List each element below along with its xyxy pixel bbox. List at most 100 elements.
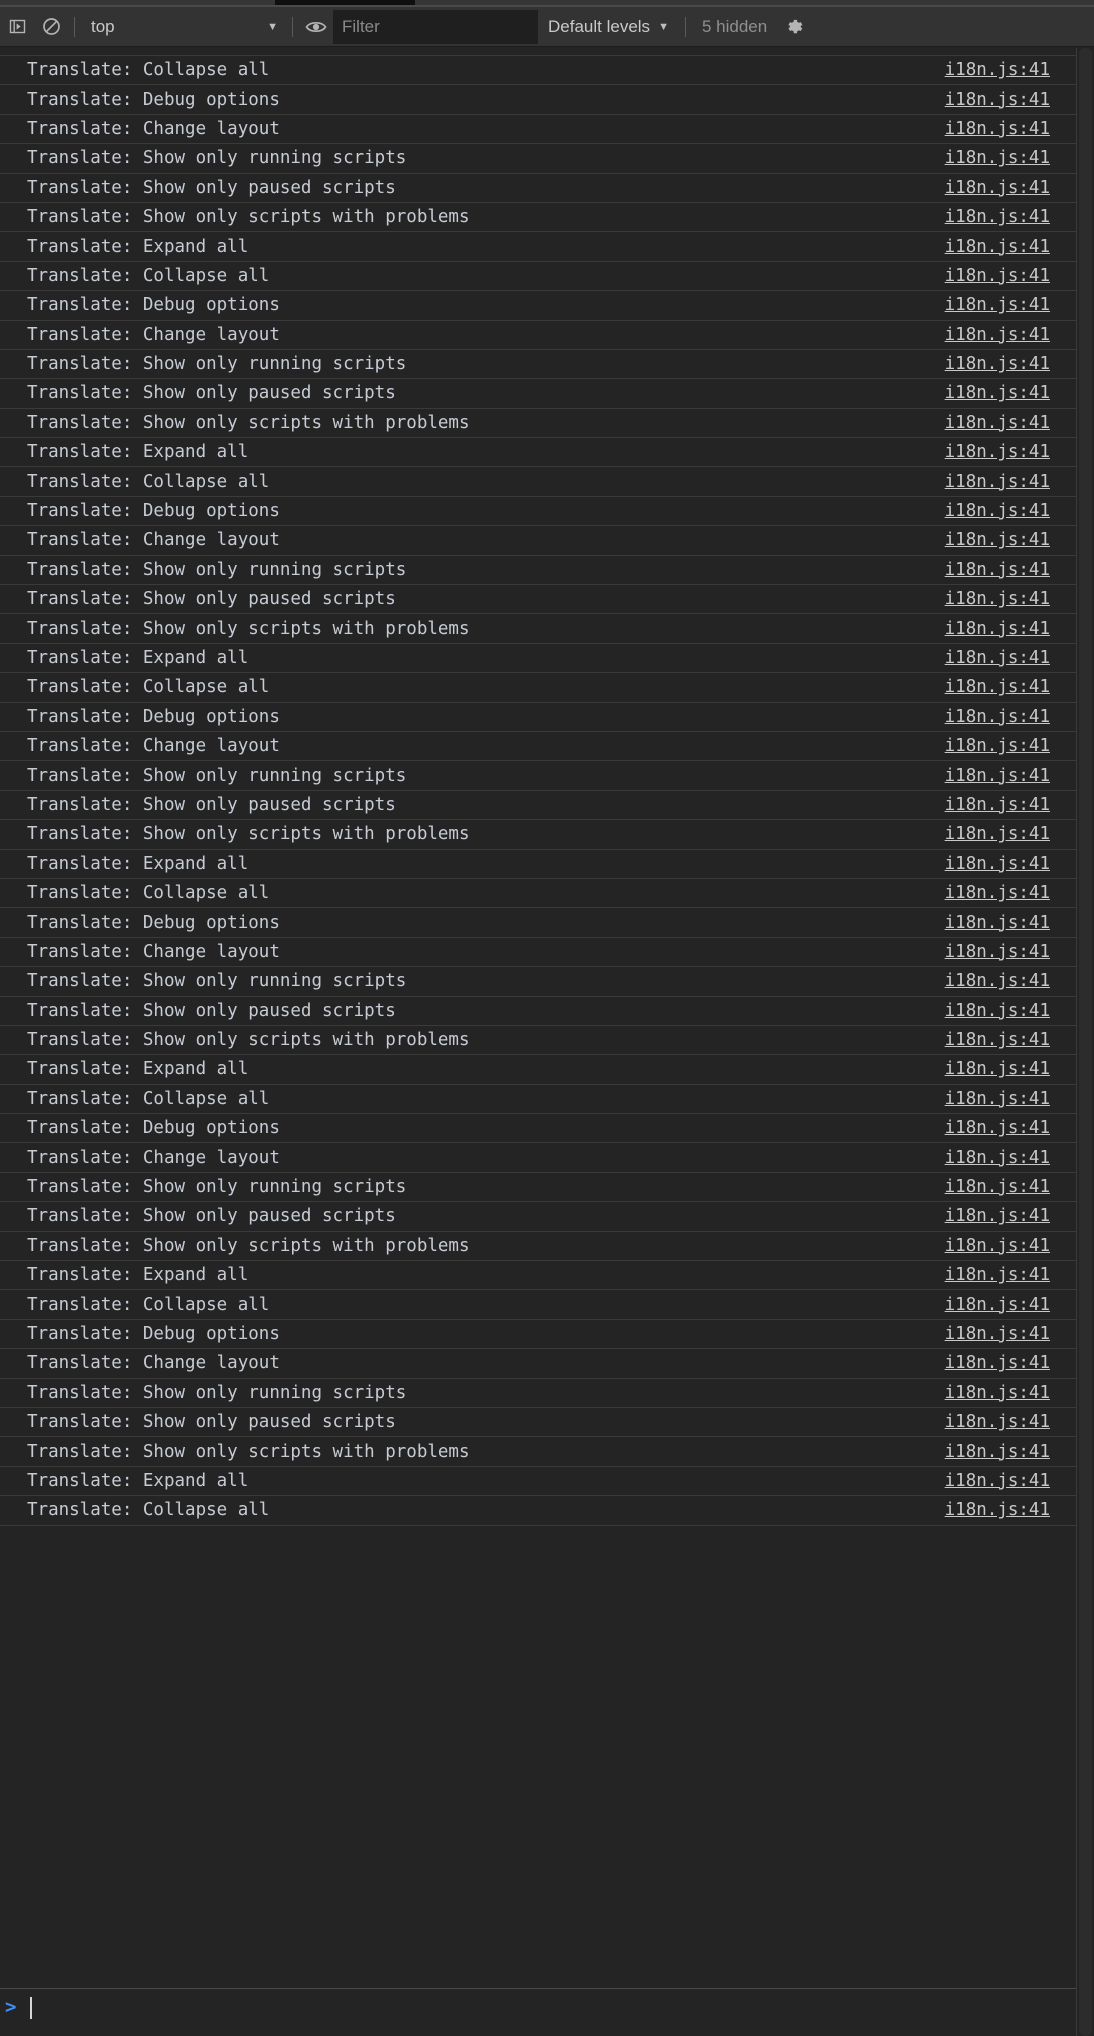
console-message-row[interactable]: Translate: Expand all i18n.js:41 (0, 643, 1076, 674)
console-source-link[interactable]: i18n.js:41 (945, 1148, 1050, 1168)
scrollbar-thumb[interactable] (1079, 48, 1092, 2036)
console-settings-button[interactable] (777, 10, 811, 44)
console-source-link[interactable]: i18n.js:41 (945, 1295, 1050, 1315)
console-source-link[interactable]: i18n.js:41 (945, 795, 1050, 815)
console-source-link[interactable]: i18n.js:41 (945, 413, 1050, 433)
console-message-row[interactable]: Translate: Show only paused scripts i18n.… (0, 996, 1076, 1026)
console-message-row[interactable]: Translate: Collapse all i18n.js:41 (0, 1496, 1076, 1526)
console-message-row[interactable]: Translate: Expand all i18n.js:41 (0, 1466, 1076, 1497)
console-source-link[interactable]: i18n.js:41 (945, 1500, 1050, 1520)
console-source-link[interactable]: i18n.js:41 (945, 1089, 1050, 1109)
console-source-link[interactable]: i18n.js:41 (945, 325, 1050, 345)
console-message-row[interactable]: Translate: Change layout i18n.js:41 (0, 526, 1076, 556)
console-scrollbar[interactable] (1076, 48, 1094, 2036)
console-message-row[interactable]: Translate: Show only running scripts i18n… (0, 967, 1076, 997)
console-message-row[interactable]: Translate: Debug options i18n.js:41 (0, 702, 1076, 732)
console-source-link[interactable]: i18n.js:41 (945, 501, 1050, 521)
console-message-row[interactable]: Translate: Show only scripts with proble… (0, 202, 1076, 233)
console-source-link[interactable]: i18n.js:41 (945, 1471, 1050, 1491)
console-source-link[interactable]: i18n.js:41 (945, 1059, 1050, 1079)
console-source-link[interactable]: i18n.js:41 (945, 266, 1050, 286)
console-source-link[interactable]: i18n.js:41 (945, 90, 1050, 110)
console-message-row[interactable]: Translate: Show only paused scripts i18n.… (0, 1407, 1076, 1438)
console-source-link[interactable]: i18n.js:41 (945, 1412, 1050, 1432)
console-source-link[interactable]: i18n.js:41 (945, 1177, 1050, 1197)
console-message-row[interactable]: Translate: Show only paused scripts i18n.… (0, 1202, 1076, 1232)
console-source-link[interactable]: i18n.js:41 (945, 854, 1050, 874)
console-message-row[interactable]: Translate: Change layout i18n.js:41 (0, 937, 1076, 968)
console-message-row[interactable]: Translate: Show only running scripts i18n… (0, 1378, 1076, 1408)
console-source-link[interactable]: i18n.js:41 (945, 1206, 1050, 1226)
console-source-link[interactable]: i18n.js:41 (945, 60, 1050, 80)
console-message-row[interactable]: Translate: Change layout i18n.js:41 (0, 1143, 1076, 1173)
console-source-link[interactable]: i18n.js:41 (945, 677, 1050, 697)
console-message-row[interactable]: Translate: Collapse all i18n.js:41 (0, 56, 1076, 86)
console-message-row[interactable]: Translate: Show only scripts with proble… (0, 1231, 1076, 1262)
console-source-link[interactable]: i18n.js:41 (945, 1030, 1050, 1050)
clear-console-button[interactable] (34, 10, 68, 44)
console-message-row[interactable]: Translate: Debug options i18n.js:41 (0, 1114, 1076, 1144)
console-source-link[interactable]: i18n.js:41 (945, 971, 1050, 991)
console-source-link[interactable]: i18n.js:41 (945, 178, 1050, 198)
console-message-row[interactable]: Translate: Show only scripts with proble… (0, 820, 1076, 850)
console-message-row[interactable]: Translate: Expand all i18n.js:41 (0, 438, 1076, 468)
sidebar-toggle-button[interactable] (0, 10, 34, 44)
console-message-row[interactable]: Translate: Collapse all i18n.js:41 (0, 261, 1076, 292)
console-message-row[interactable]: Translate: Show only scripts with proble… (0, 614, 1076, 644)
hidden-messages-count[interactable]: 5 hidden (692, 17, 777, 37)
console-message-row[interactable]: Translate: Expand all i18n.js:41 (0, 849, 1076, 879)
console-message-row[interactable]: Translate: Expand all i18n.js:41 (0, 1261, 1076, 1291)
console-source-link[interactable]: i18n.js:41 (945, 766, 1050, 786)
console-message-row[interactable]: Translate: Collapse all i18n.js:41 (0, 467, 1076, 497)
console-source-link[interactable]: i18n.js:41 (945, 1442, 1050, 1462)
console-source-link[interactable]: i18n.js:41 (945, 530, 1050, 550)
console-message-row[interactable]: Translate: Expand all i18n.js:41 (0, 232, 1076, 262)
console-message-row[interactable]: Translate: Change layout i18n.js:41 (0, 1349, 1076, 1379)
console-message-row[interactable]: Translate: Show only paused scripts i18n.… (0, 790, 1076, 821)
console-source-link[interactable]: i18n.js:41 (945, 1324, 1050, 1344)
console-message-row[interactable]: Translate: Show only paused scripts i18n.… (0, 585, 1076, 615)
console-source-link[interactable]: i18n.js:41 (945, 1236, 1050, 1256)
console-source-link[interactable]: i18n.js:41 (945, 736, 1050, 756)
console-message-row[interactable]: Translate: Expand all i18n.js:41 (0, 1055, 1076, 1085)
console-message-row[interactable]: Translate: Collapse all i18n.js:41 (0, 1084, 1076, 1115)
console-message-row[interactable]: Translate: Debug options i18n.js:41 (0, 496, 1076, 527)
console-source-link[interactable]: i18n.js:41 (945, 207, 1050, 227)
log-levels-selector[interactable]: Default levels ▼ (538, 14, 679, 40)
console-message-row[interactable]: Translate: Show only paused scripts i18n.… (0, 173, 1076, 203)
console-message-row[interactable]: Translate: Change layout i18n.js:41 (0, 731, 1076, 762)
console-message-row[interactable]: Translate: Show only scripts with proble… (0, 1025, 1076, 1056)
console-message-row[interactable]: Translate: Collapse all i18n.js:41 (0, 1290, 1076, 1320)
console-message-row[interactable]: Translate: Debug options i18n.js:41 (0, 291, 1076, 321)
console-message-row[interactable]: Translate: Debug options i18n.js:41 (0, 1319, 1076, 1350)
console-source-link[interactable]: i18n.js:41 (945, 383, 1050, 403)
console-source-link[interactable]: i18n.js:41 (945, 1383, 1050, 1403)
console-source-link[interactable]: i18n.js:41 (945, 589, 1050, 609)
console-message-row[interactable]: Translate: Change layout i18n.js:41 (0, 114, 1076, 145)
console-source-link[interactable]: i18n.js:41 (945, 1118, 1050, 1138)
console-message-row[interactable]: Translate: Show only paused scripts i18n.… (0, 379, 1076, 409)
console-source-link[interactable]: i18n.js:41 (945, 354, 1050, 374)
console-source-link[interactable]: i18n.js:41 (945, 472, 1050, 492)
console-message-row[interactable]: Translate: Collapse all i18n.js:41 (0, 878, 1076, 909)
console-message-row[interactable]: Translate: Show only running scripts i18n… (0, 349, 1076, 380)
console-source-link[interactable]: i18n.js:41 (945, 442, 1050, 462)
filter-input[interactable]: Filter (333, 9, 538, 44)
console-source-link[interactable]: i18n.js:41 (945, 237, 1050, 257)
console-message-row[interactable]: Translate: Show only running scripts i18n… (0, 761, 1076, 791)
console-message-row[interactable]: Translate: Show only running scripts i18n… (0, 1172, 1076, 1203)
console-source-link[interactable]: i18n.js:41 (945, 824, 1050, 844)
console-source-link[interactable]: i18n.js:41 (945, 619, 1050, 639)
console-prompt[interactable]: > (0, 1988, 1076, 2036)
console-source-link[interactable]: i18n.js:41 (945, 295, 1050, 315)
console-message-row[interactable]: Translate: Show only running scripts i18n… (0, 555, 1076, 586)
console-source-link[interactable]: i18n.js:41 (945, 119, 1050, 139)
console-message-row[interactable]: Translate: Debug options i18n.js:41 (0, 908, 1076, 938)
console-message-row[interactable]: Translate: Debug options i18n.js:41 (0, 85, 1076, 115)
console-message-row[interactable]: Translate: Change layout i18n.js:41 (0, 320, 1076, 350)
console-message-row[interactable]: Translate: Show only scripts with proble… (0, 1437, 1076, 1467)
console-source-link[interactable]: i18n.js:41 (945, 148, 1050, 168)
console-message-row[interactable]: Translate: Show only running scripts i18n… (0, 144, 1076, 174)
console-source-link[interactable]: i18n.js:41 (945, 1353, 1050, 1373)
live-expression-button[interactable] (299, 10, 333, 44)
